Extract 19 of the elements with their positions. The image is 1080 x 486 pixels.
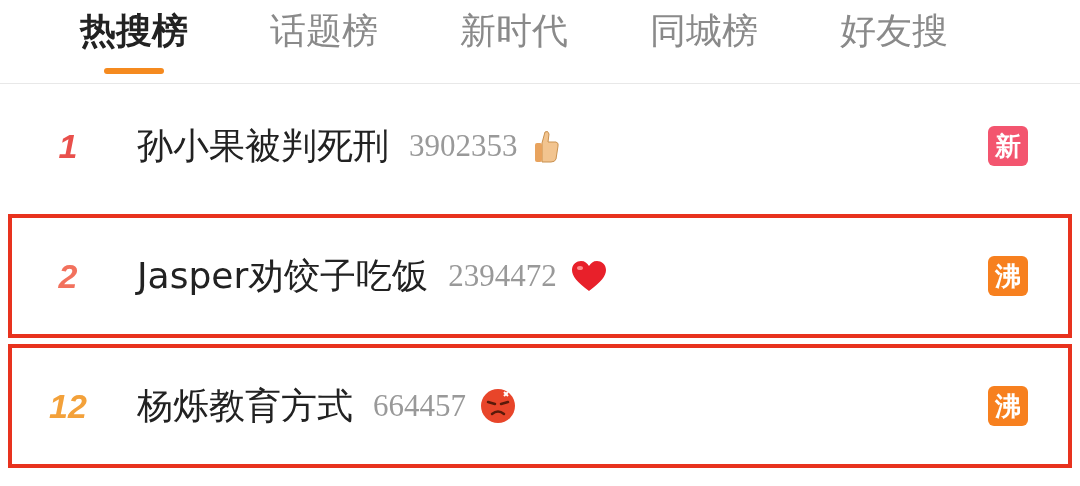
topic-title[interactable]: Jasper劝饺子吃饭 bbox=[137, 249, 429, 303]
rank-number: 1 bbox=[57, 125, 79, 167]
tab[interactable]: 热搜榜 bbox=[80, 0, 188, 82]
status-badge: 沸 bbox=[988, 256, 1028, 296]
status-badge: 新 bbox=[988, 126, 1028, 166]
search-count: 2394472 bbox=[448, 256, 557, 295]
rank-number: 2 bbox=[57, 255, 79, 297]
angry-face-icon bbox=[480, 388, 516, 424]
heart-icon bbox=[570, 260, 607, 292]
status-badge: 沸 bbox=[988, 386, 1028, 426]
list-row[interactable]: 1 孙小果被判死刑 3902353 新 bbox=[8, 84, 1072, 208]
search-count: 3902353 bbox=[409, 126, 518, 165]
active-tab-indicator bbox=[104, 68, 164, 74]
highlight-frame[interactable]: 2 Jasper劝饺子吃饭 2394472 沸 bbox=[8, 214, 1072, 338]
topic-title[interactable]: 杨烁教育方式 bbox=[137, 379, 353, 433]
rank-number: 12 bbox=[48, 385, 88, 427]
search-count: 664457 bbox=[373, 386, 466, 425]
topic-title[interactable]: 孙小果被判死刑 bbox=[137, 119, 389, 173]
highlight-frame[interactable]: 12 杨烁教育方式 664457 沸 bbox=[8, 344, 1072, 468]
